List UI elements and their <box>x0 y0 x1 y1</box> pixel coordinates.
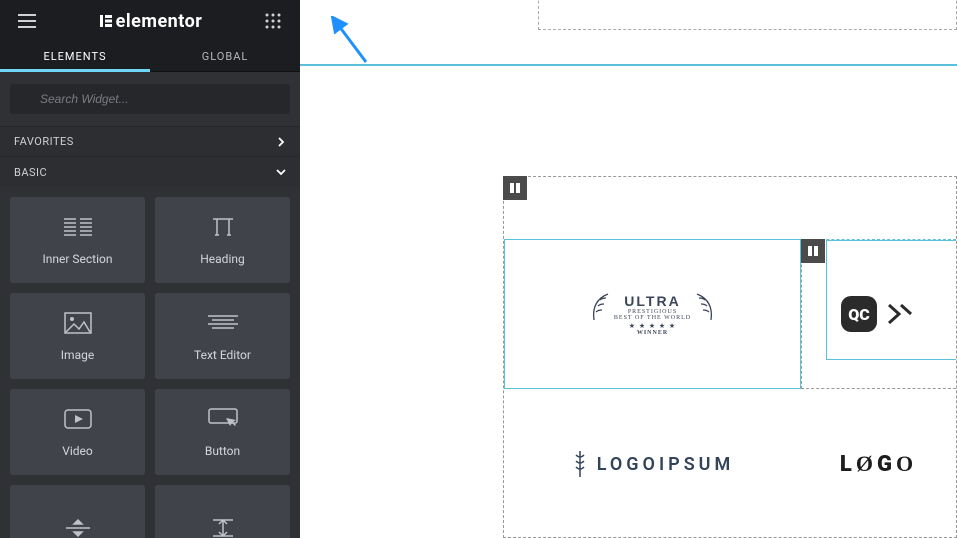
brand-logo: elementor <box>98 11 203 32</box>
widget-grid: Inner Section Heading Image Text Editor … <box>0 187 300 538</box>
menu-button[interactable] <box>4 0 50 42</box>
section-favorites[interactable]: FAVORITES <box>0 126 300 156</box>
widget-label: Button <box>205 444 240 458</box>
widgets-grid-button[interactable] <box>250 0 296 42</box>
badge-winner: WINNER <box>637 330 668 336</box>
brand-text: elementor <box>116 11 203 32</box>
grid-icon <box>265 13 281 29</box>
laurel-right-icon <box>695 292 717 322</box>
search-wrap <box>0 72 300 126</box>
panel-header: elementor <box>0 0 300 42</box>
panel-tabs: ELEMENTS GLOBAL <box>0 42 300 72</box>
heading-icon <box>209 214 237 240</box>
drop-indicator <box>300 64 957 66</box>
widget-heading[interactable]: Heading <box>155 197 290 283</box>
annotation-arrow-icon <box>330 16 370 66</box>
canvas-image-ultra-badge[interactable]: ULTRA PRESTIGIOUS BEST OF THE WORLD ★ ★ … <box>588 292 717 336</box>
section-basic-label: BASIC <box>14 166 47 179</box>
canvas-image-logo[interactable]: LØGO <box>840 451 917 477</box>
section-basic[interactable]: BASIC <box>0 156 300 186</box>
canvas-column[interactable]: QC <box>801 239 956 389</box>
tab-elements-label: ELEMENTS <box>44 50 107 63</box>
button-icon <box>208 406 238 432</box>
columns-icon <box>509 182 521 194</box>
widget-divider[interactable] <box>10 485 145 538</box>
tab-global-label: GLOBAL <box>202 50 249 63</box>
wheat-icon <box>571 449 589 479</box>
column-drag-handle[interactable] <box>801 239 825 263</box>
canvas-image-logoipsum[interactable]: LOGOIPSUM <box>571 449 735 479</box>
widget-video[interactable]: Video <box>10 389 145 475</box>
section-favorites-label: FAVORITES <box>14 135 74 148</box>
widget-label: Image <box>61 348 94 362</box>
editor-canvas[interactable]: ULTRA PRESTIGIOUS BEST OF THE WORLD ★ ★ … <box>300 0 957 538</box>
canvas-section-top[interactable] <box>538 0 957 30</box>
tab-global[interactable]: GLOBAL <box>150 42 300 71</box>
widget-button[interactable]: Button <box>155 389 290 475</box>
text-editor-icon <box>208 310 238 336</box>
chevron-down-icon <box>276 167 286 177</box>
chevron-right-icon <box>276 137 286 147</box>
inner-section-icon <box>64 214 92 240</box>
widget-text-editor[interactable]: Text Editor <box>155 293 290 379</box>
widget-label: Inner Section <box>42 252 112 266</box>
badge-sub2: BEST OF THE WORLD <box>614 315 691 321</box>
search-input[interactable] <box>10 84 290 114</box>
canvas-column[interactable]: LØGO <box>801 389 956 538</box>
widget-spacer[interactable] <box>155 485 290 538</box>
badge-title: ULTRA <box>614 293 691 309</box>
widget-image[interactable]: Image <box>10 293 145 379</box>
canvas-column[interactable]: LOGOIPSUM <box>504 389 801 538</box>
canvas-section[interactable]: ULTRA PRESTIGIOUS BEST OF THE WORLD ★ ★ … <box>503 176 957 538</box>
hamburger-icon <box>18 14 36 28</box>
widget-label: Video <box>62 444 93 458</box>
laurel-left-icon <box>588 292 610 322</box>
widget-inner-section[interactable]: Inner Section <box>10 197 145 283</box>
widget-label: Heading <box>200 252 245 266</box>
canvas-row: ULTRA PRESTIGIOUS BEST OF THE WORLD ★ ★ … <box>504 239 956 389</box>
canvas-row: LOGOIPSUM LØGO <box>504 389 956 538</box>
widget-label: Text Editor <box>194 348 251 362</box>
logoipsum-text: LOGOIPSUM <box>597 454 735 475</box>
brand-icon <box>98 13 114 29</box>
spacer-icon <box>209 515 237 538</box>
divider-icon <box>64 515 92 538</box>
section-drag-handle[interactable] <box>503 176 527 200</box>
columns-icon <box>807 245 819 257</box>
tab-elements[interactable]: ELEMENTS <box>0 42 150 71</box>
video-icon <box>64 406 92 432</box>
canvas-column-selected[interactable]: ULTRA PRESTIGIOUS BEST OF THE WORLD ★ ★ … <box>504 239 801 389</box>
image-icon <box>64 310 92 336</box>
elementor-panel: elementor ELEMENTS GLOBAL FAVORITES BASI… <box>0 0 300 538</box>
